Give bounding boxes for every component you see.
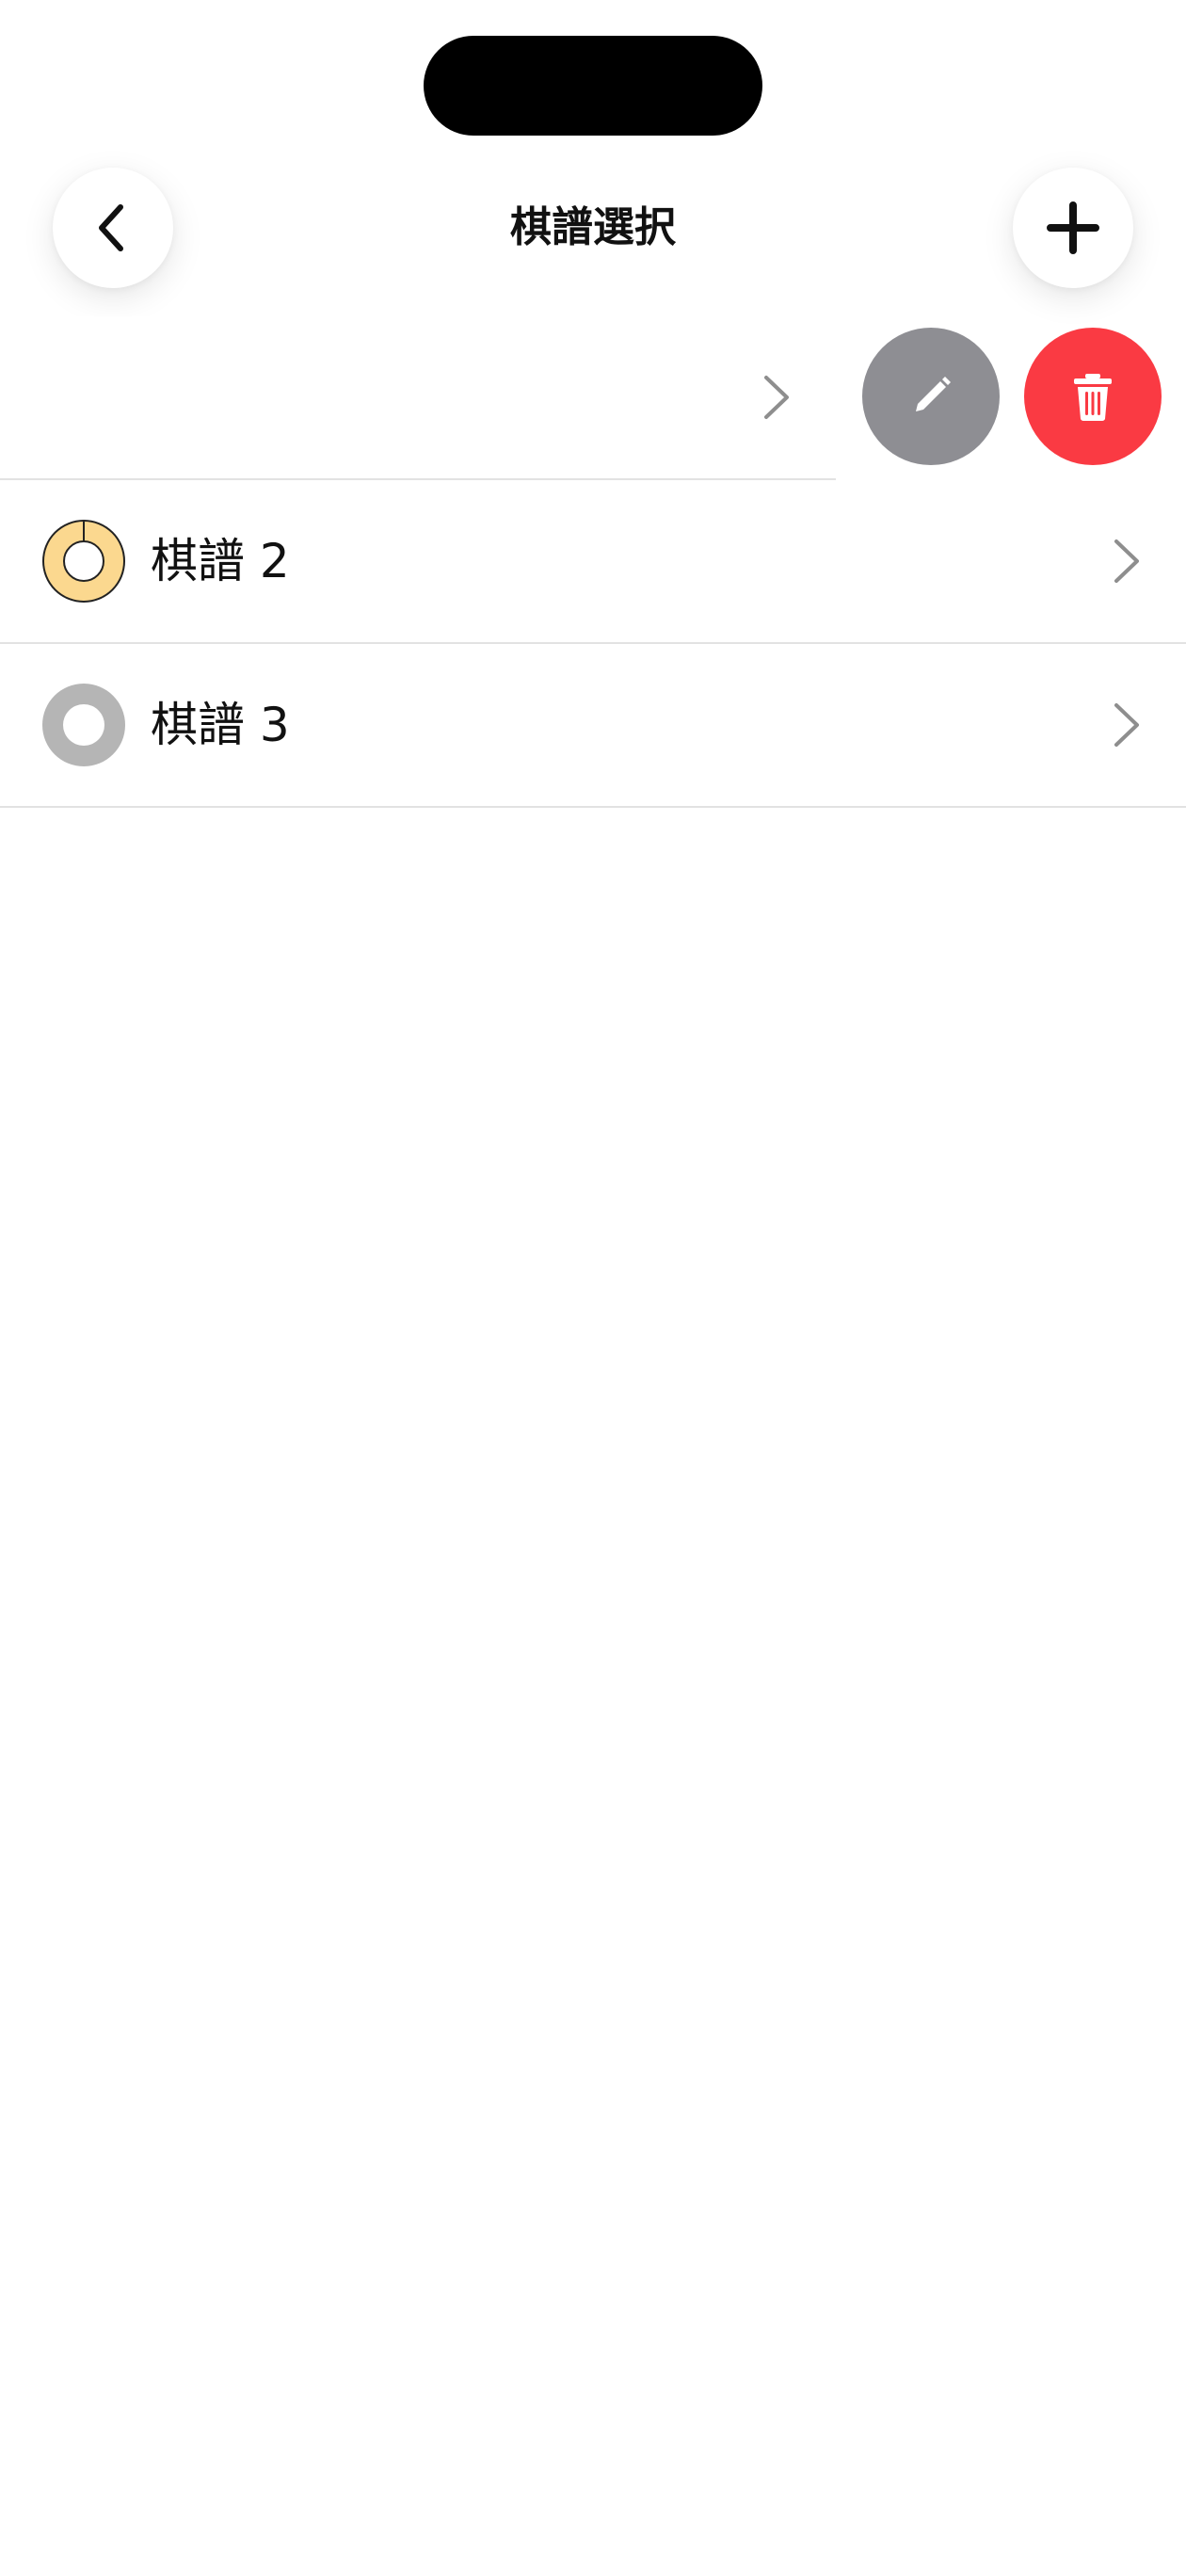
screen: 棋譜選択 棋譜 2 棋譜 3 xyxy=(0,0,1186,2576)
edit-button[interactable] xyxy=(862,328,1000,465)
record-row-swiped[interactable] xyxy=(0,316,836,480)
record-row-3[interactable]: 棋譜 3 xyxy=(0,644,1186,808)
page-title: 棋譜選択 xyxy=(510,203,676,251)
in-progress-status-icon xyxy=(42,520,125,603)
unstarted-status-icon xyxy=(42,684,125,766)
chevron-right-icon xyxy=(764,376,789,419)
swipe-actions xyxy=(847,316,1186,480)
delete-button[interactable] xyxy=(1024,328,1162,465)
plus-icon xyxy=(1047,201,1099,254)
trash-icon xyxy=(1074,374,1112,421)
chevron-right-icon xyxy=(1114,703,1139,747)
pencil-icon xyxy=(916,377,951,411)
record-label: 棋譜 3 xyxy=(151,698,290,752)
record-row-2[interactable]: 棋譜 2 xyxy=(0,480,1186,644)
chevron-left-icon xyxy=(99,204,123,251)
navigation-header: 棋譜選択 xyxy=(0,160,1186,292)
back-button[interactable] xyxy=(53,168,173,288)
dynamic-island xyxy=(424,36,762,136)
add-record-button[interactable] xyxy=(1013,168,1133,288)
chevron-right-icon xyxy=(1114,539,1139,583)
record-label: 棋譜 2 xyxy=(151,534,290,588)
